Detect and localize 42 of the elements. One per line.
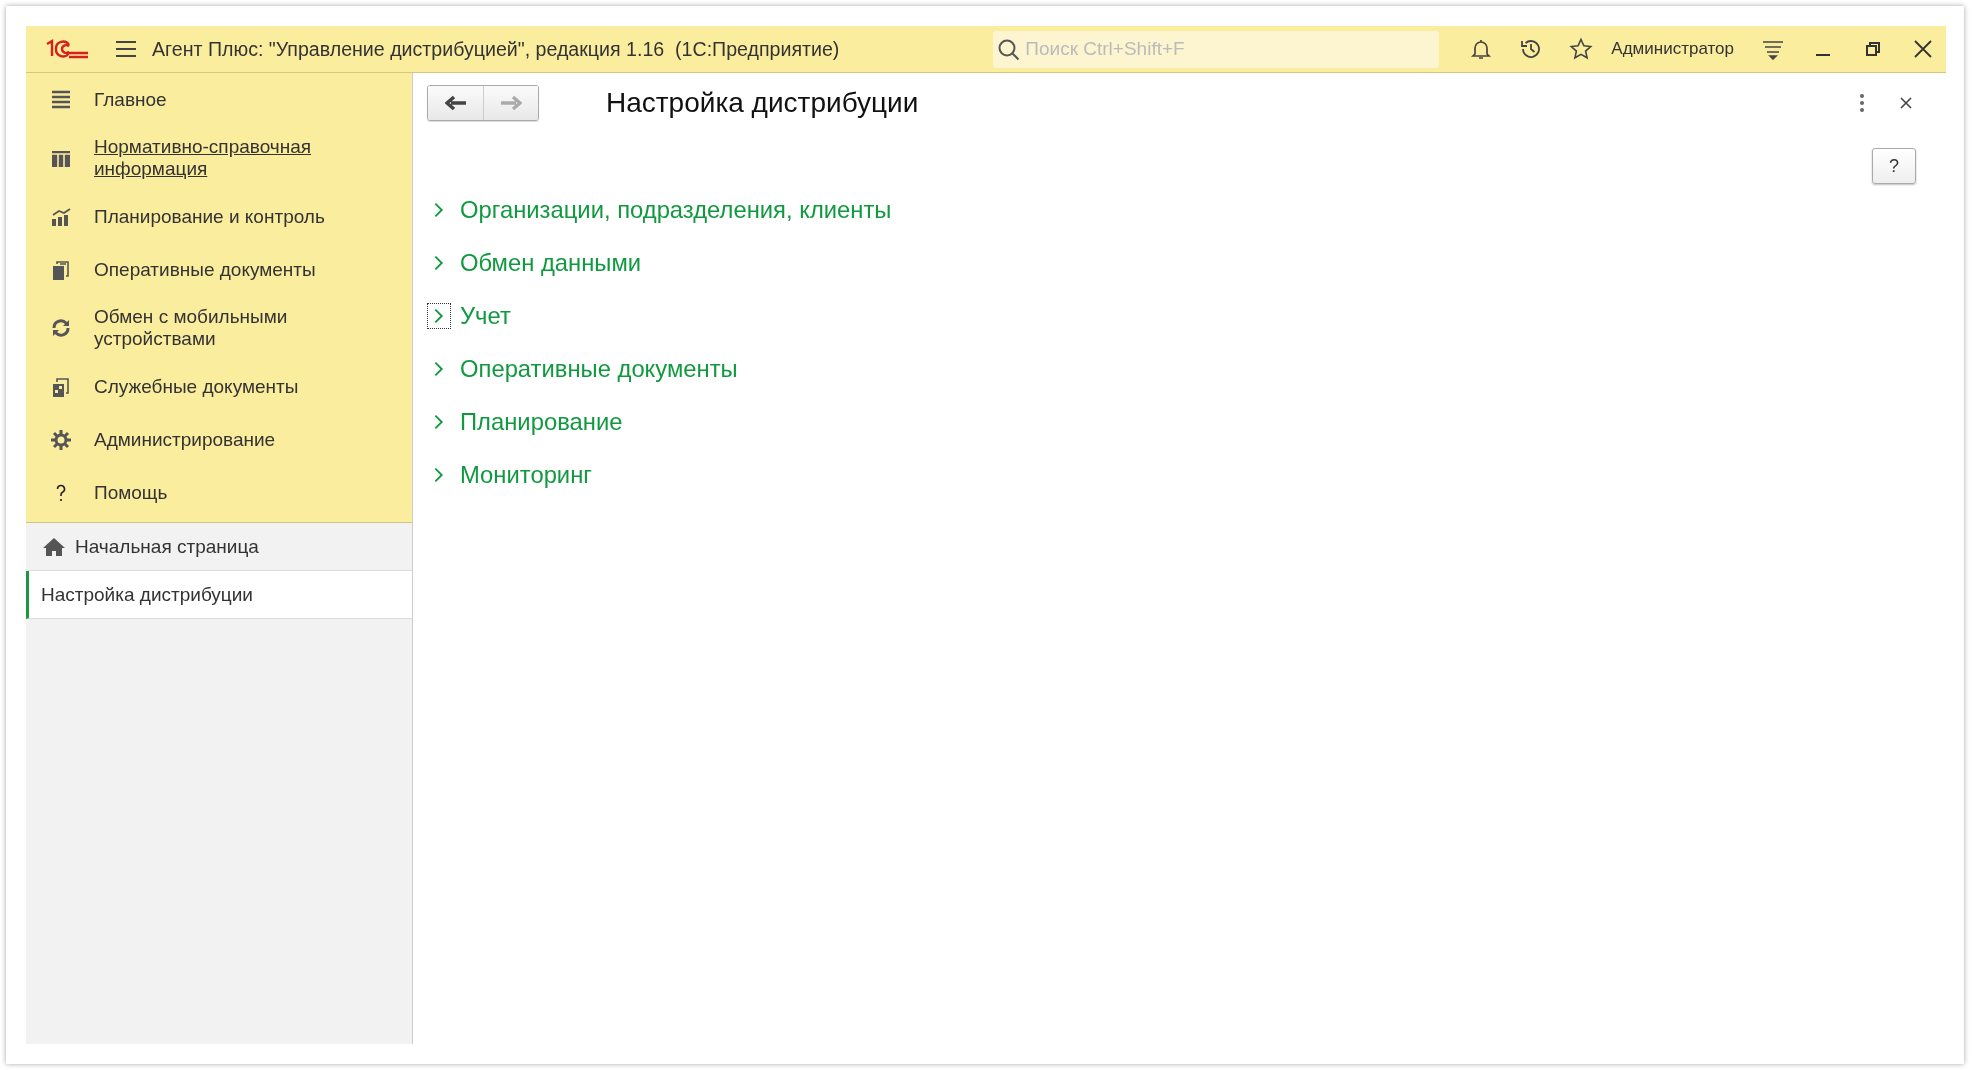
tab-label: Начальная страница bbox=[75, 535, 259, 558]
search-icon bbox=[997, 37, 1022, 62]
window-title: Агент Плюс: "Управление дистрибуцией", редакция 1.16 (1С:Предприятие) bbox=[152, 37, 840, 61]
open-window-tab[interactable]: Настройка дистрибуции bbox=[26, 571, 412, 619]
sidebar-item[interactable]: Оперативные документы bbox=[26, 243, 412, 296]
documents-icon bbox=[50, 258, 72, 281]
star-icon[interactable] bbox=[1569, 37, 1594, 61]
sync-icon bbox=[50, 317, 72, 339]
gear-icon bbox=[50, 428, 72, 451]
chevron-icon[interactable] bbox=[427, 303, 451, 329]
back-button[interactable] bbox=[428, 86, 483, 120]
help-button[interactable]: ? bbox=[1872, 148, 1916, 184]
documents-icon bbox=[50, 375, 72, 398]
form-title: Настройка дистрибуции bbox=[606, 87, 919, 119]
chart-icon bbox=[50, 205, 72, 228]
home-icon bbox=[43, 536, 65, 557]
list-icon bbox=[50, 88, 72, 111]
section-header[interactable]: Обмен данными bbox=[427, 246, 1946, 280]
sidebar-item[interactable]: Главное bbox=[26, 73, 412, 126]
bell-icon[interactable] bbox=[1469, 37, 1494, 61]
more-icon[interactable] bbox=[1858, 93, 1866, 113]
section-header[interactable]: Учет bbox=[427, 299, 1946, 333]
menu-icon[interactable] bbox=[114, 39, 138, 59]
left-arrow-icon bbox=[444, 95, 467, 111]
close-icon[interactable] bbox=[1912, 38, 1934, 60]
sidebar-item[interactable]: Обмен с мобильными устройствами bbox=[26, 296, 412, 360]
section-header[interactable]: Организации, подразделения, клиенты bbox=[427, 193, 1946, 227]
sidebar-item[interactable]: Нормативно-справочная информация bbox=[26, 126, 412, 190]
right-arrow-icon bbox=[500, 95, 522, 111]
filter-menu-icon[interactable] bbox=[1762, 38, 1784, 60]
sidebar-item[interactable]: Помощь bbox=[26, 466, 412, 519]
logo-icon bbox=[44, 38, 90, 60]
tab-label: Настройка дистрибуции bbox=[41, 583, 253, 606]
sidebar-item[interactable]: Служебные документы bbox=[26, 360, 412, 413]
search-field[interactable]: Поиск Ctrl+Shift+F bbox=[993, 30, 1440, 68]
section-header[interactable]: Мониторинг bbox=[427, 458, 1946, 492]
section-header[interactable]: Оперативные документы bbox=[427, 352, 1946, 386]
sidebar-item[interactable]: Администрирование bbox=[26, 413, 412, 466]
user-name[interactable]: Администратор bbox=[1611, 39, 1734, 59]
section-header[interactable]: Планирование bbox=[427, 405, 1946, 439]
sidebar-item[interactable]: Планирование и контроль bbox=[26, 190, 412, 243]
close-icon[interactable] bbox=[1898, 95, 1914, 111]
